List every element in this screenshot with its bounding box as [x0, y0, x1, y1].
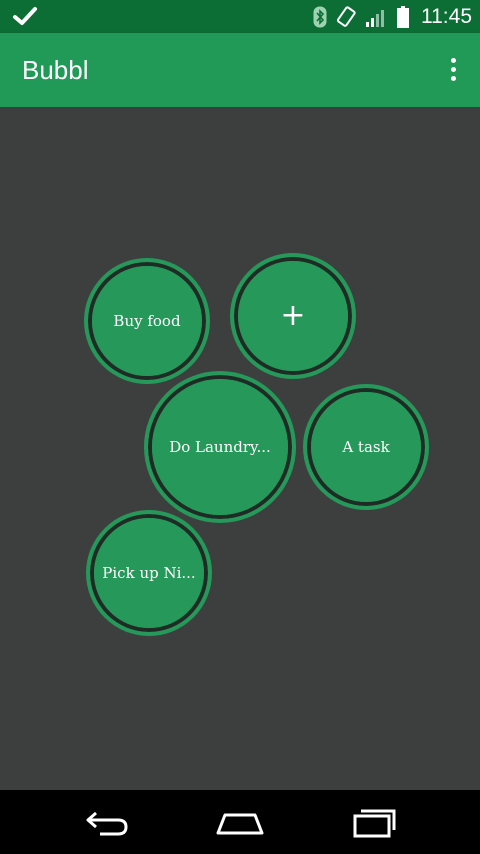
- add-bubble-button[interactable]: +: [230, 253, 356, 379]
- bubble-label: Buy food: [113, 312, 181, 330]
- navigation-bar: [0, 790, 480, 854]
- bubble-pick-up[interactable]: Pick up Ni...: [86, 510, 212, 636]
- bluetooth-icon: [313, 6, 327, 27]
- bubble-buy-food[interactable]: Buy food: [84, 258, 210, 384]
- home-icon[interactable]: [210, 802, 270, 842]
- app-title: Bubbl: [22, 55, 89, 85]
- battery-icon: [397, 5, 409, 28]
- signal-icon: [366, 9, 384, 27]
- status-bar: 11:45: [0, 0, 480, 33]
- add-icon: +: [280, 298, 306, 333]
- app-bar: Bubbl: [0, 33, 480, 107]
- bubble-label: Do Laundry...: [169, 438, 271, 456]
- bubble-do-laundry[interactable]: Do Laundry...: [144, 371, 296, 523]
- check-icon: [13, 7, 37, 25]
- status-icons: 11:45: [313, 0, 472, 33]
- bubble-label: Pick up Ni...: [102, 564, 196, 582]
- bubble-label: A task: [342, 438, 390, 456]
- clock: 11:45: [421, 5, 472, 28]
- back-icon[interactable]: [76, 802, 136, 842]
- recents-icon[interactable]: [344, 802, 404, 842]
- more-vert-icon[interactable]: [446, 58, 460, 82]
- bubble-canvas: Buy food + Do Laundry... A task Pick up …: [0, 107, 480, 790]
- bubble-a-task[interactable]: A task: [303, 384, 429, 510]
- rotation-icon: [336, 5, 356, 27]
